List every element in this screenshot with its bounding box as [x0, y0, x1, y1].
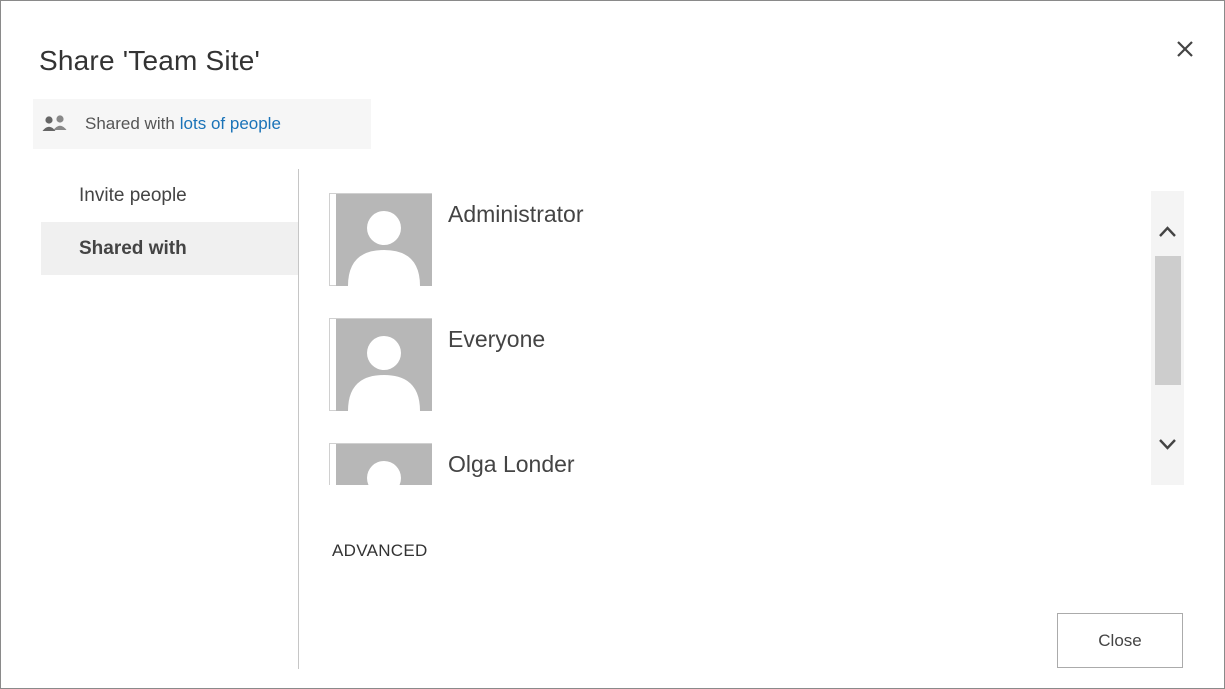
- person-name: Administrator: [448, 201, 584, 227]
- scroll-thumb[interactable]: [1155, 256, 1181, 385]
- nav-item-invite-people[interactable]: Invite people: [41, 169, 299, 222]
- vertical-divider: [298, 169, 299, 669]
- shared-with-bar: Shared with lots of people: [33, 99, 371, 149]
- people-list-scrollbar[interactable]: [1151, 191, 1184, 485]
- lots-of-people-link[interactable]: lots of people: [180, 114, 281, 134]
- default-avatar-icon: [329, 443, 432, 485]
- chevron-up-icon[interactable]: [1151, 217, 1184, 247]
- left-nav: Invite people Shared with: [41, 169, 299, 275]
- nav-item-shared-with[interactable]: Shared with: [41, 222, 299, 275]
- default-avatar-icon: [329, 193, 432, 286]
- people-icon: [41, 114, 71, 134]
- share-dialog: Share 'Team Site' Shared with lots of pe…: [0, 0, 1225, 689]
- close-button[interactable]: Close: [1057, 613, 1183, 668]
- list-item[interactable]: Administrator: [329, 193, 583, 286]
- chevron-down-icon[interactable]: [1151, 429, 1184, 459]
- default-avatar-icon: [329, 318, 432, 411]
- list-item[interactable]: Olga Londer: [329, 443, 575, 485]
- list-item[interactable]: Everyone: [329, 318, 545, 411]
- dialog-title: Share 'Team Site': [39, 45, 261, 76]
- person-name: Everyone: [448, 326, 546, 352]
- advanced-link[interactable]: ADVANCED: [332, 541, 428, 561]
- person-name: Olga Londer: [448, 451, 575, 477]
- shared-with-label: Shared with: [85, 114, 175, 133]
- people-list: Administrator Everyone Olga Londer: [329, 191, 1139, 485]
- close-icon[interactable]: [1171, 35, 1199, 63]
